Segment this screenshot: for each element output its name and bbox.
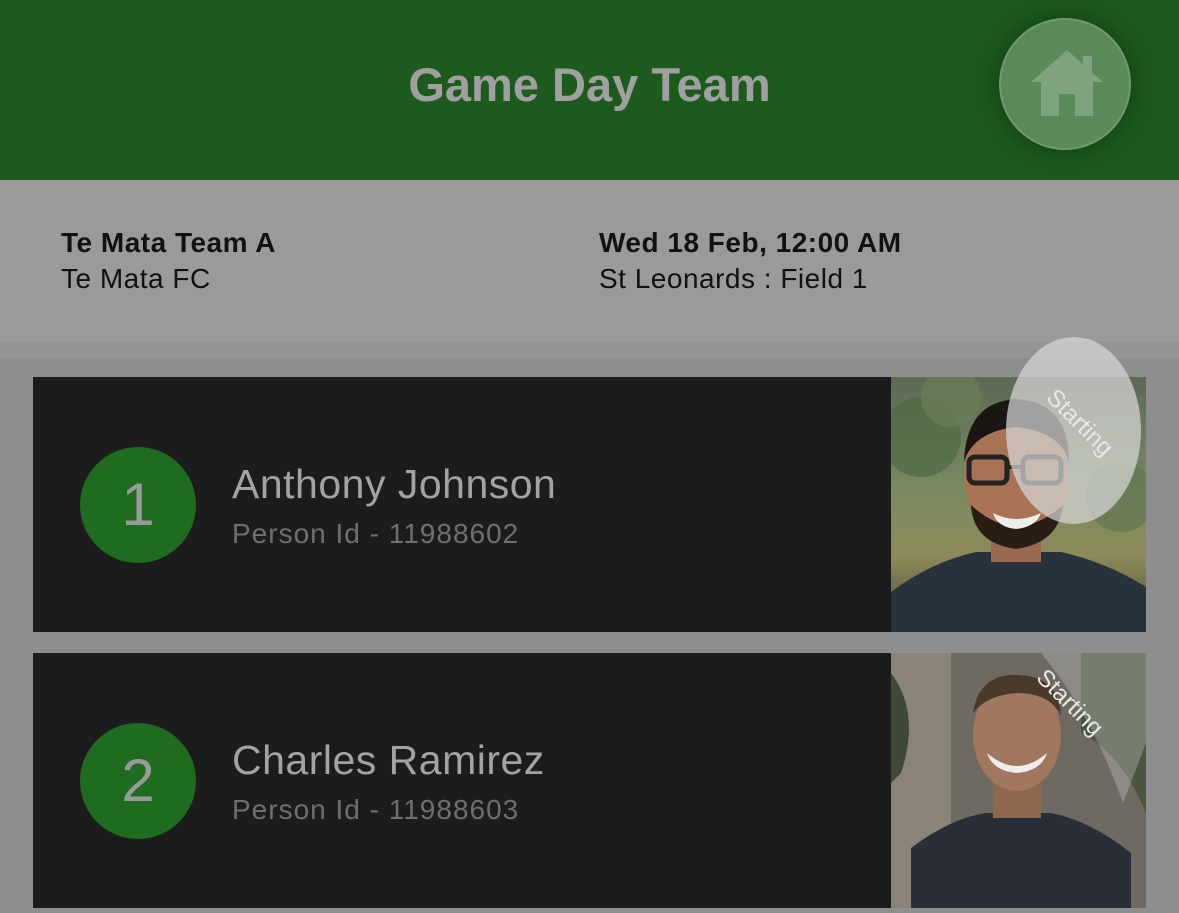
player-name: Anthony Johnson [232, 461, 557, 507]
player-person-id: Person Id - 11988602 [232, 518, 520, 549]
home-button[interactable] [999, 18, 1131, 150]
player-card[interactable]: 2 Charles Ramirez Person Id - 11988603 S… [33, 653, 1146, 908]
player-name: Charles Ramirez [232, 737, 545, 783]
team-name: Te Mata Team A [61, 227, 276, 258]
player-person-id: Person Id - 11988603 [232, 794, 520, 825]
player-number-badge: 2 [80, 723, 196, 839]
match-info-panel [0, 180, 1179, 342]
match-venue: St Leonards : Field 1 [599, 263, 868, 294]
player-photo [891, 653, 1146, 908]
divider [0, 342, 1179, 358]
club-name: Te Mata FC [61, 263, 211, 294]
home-icon [1031, 50, 1103, 116]
match-date-time: Wed 18 Feb, 12:00 AM [599, 227, 902, 258]
player-number-badge: 1 [80, 447, 196, 563]
player-card[interactable]: 1 Anthony Johnson Person Id - 11988602 [33, 377, 1146, 632]
app-header: Game Day Team [0, 0, 1179, 180]
